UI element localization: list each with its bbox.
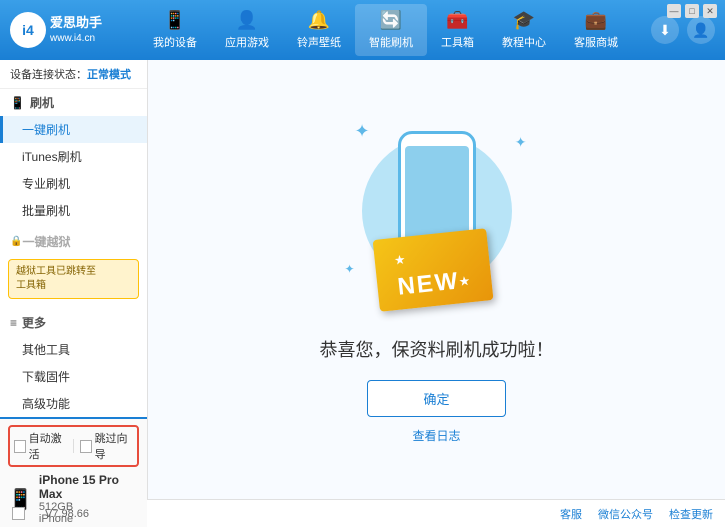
logo-icon: i4 bbox=[10, 12, 46, 48]
sparkle-left: ✦ bbox=[355, 121, 370, 142]
footer-feedback-link[interactable]: 客服 bbox=[560, 506, 582, 522]
sidebar-item-download-firmware[interactable]: 下载固件 bbox=[0, 363, 147, 390]
footer-links: 客服 微信公众号 检查更新 bbox=[560, 506, 713, 522]
header: i4 爱思助手 www.i4.cn 📱 我的设备 👤 应用游戏 🔔 铃声壁纸 🔄 bbox=[0, 0, 725, 60]
user-button[interactable]: 👤 bbox=[687, 16, 715, 44]
apps-icon: 👤 bbox=[236, 10, 258, 31]
nav-apps-games[interactable]: 👤 应用游戏 bbox=[211, 4, 283, 56]
main-layout: 设备连接状态：正常模式 📱 刷机 一键刷机 iTunes刷机 专业刷机 批量刷机… bbox=[0, 60, 725, 499]
nav-smart-flash[interactable]: 🔄 智能刷机 bbox=[355, 4, 427, 56]
footer-update-link[interactable]: 检查更新 bbox=[669, 506, 713, 522]
service-icon: 💼 bbox=[585, 10, 607, 31]
sidebar-item-itunes-flash[interactable]: iTunes刷机 bbox=[0, 143, 147, 170]
minimize-button[interactable]: — bbox=[667, 4, 681, 18]
more-section-icon: ≡ bbox=[10, 316, 17, 330]
flash-icon: 🔄 bbox=[380, 10, 402, 31]
sidebar-item-advanced[interactable]: 高级功能 bbox=[0, 390, 147, 417]
view-log-link[interactable]: 查看日志 bbox=[412, 427, 460, 444]
close-button[interactable]: ✕ bbox=[703, 4, 717, 18]
sidebar-item-batch-flash[interactable]: 批量刷机 bbox=[0, 197, 147, 224]
version-label: V7.98.66 bbox=[45, 508, 89, 520]
nav-service[interactable]: 💼 客服商城 bbox=[560, 4, 632, 56]
sparkle-right: ✦ bbox=[515, 134, 527, 151]
nav-bar: 📱 我的设备 👤 应用游戏 🔔 铃声壁纸 🔄 智能刷机 🧰 工具箱 🎓 bbox=[120, 4, 651, 56]
confirm-button[interactable]: 确定 bbox=[367, 380, 505, 417]
window-controls: — □ ✕ bbox=[667, 4, 717, 18]
nav-my-device[interactable]: 📱 我的设备 bbox=[139, 4, 211, 56]
download-button[interactable]: ⬇ bbox=[651, 16, 679, 44]
phone-screen bbox=[405, 146, 469, 243]
footer-checkbox[interactable] bbox=[12, 507, 25, 520]
success-illustration: ✦ ✦ ✦ ★ NEW★ bbox=[337, 116, 537, 326]
activate-options-row: 自动激活 跳过向导 bbox=[8, 425, 139, 467]
sidebar-jailbreak-header: 🔒 一键越狱 bbox=[0, 228, 147, 255]
guide-check[interactable] bbox=[80, 440, 92, 453]
nav-toolbox[interactable]: 🧰 工具箱 bbox=[427, 4, 488, 56]
jailbreak-warning-box: 越狱工具已跳转至工具箱 bbox=[8, 259, 139, 299]
my-device-icon: 📱 bbox=[164, 10, 186, 31]
maximize-button[interactable]: □ bbox=[685, 4, 699, 18]
sidebar: 设备连接状态：正常模式 📱 刷机 一键刷机 iTunes刷机 专业刷机 批量刷机… bbox=[0, 60, 148, 499]
flash-section-icon: 📱 bbox=[10, 96, 25, 110]
auto-activate-check[interactable] bbox=[14, 440, 26, 453]
sparkle-bottom: ✦ bbox=[345, 262, 355, 276]
guide-activation-checkbox[interactable]: 跳过向导 bbox=[80, 430, 133, 462]
nav-tutorial[interactable]: 🎓 教程中心 bbox=[488, 4, 560, 56]
success-message: 恭喜您，保资料刷机成功啦！ bbox=[320, 336, 554, 362]
nav-ringtones[interactable]: 🔔 铃声壁纸 bbox=[283, 4, 355, 56]
sidebar-item-one-key-flash[interactable]: 一键刷机 bbox=[0, 116, 147, 143]
divider bbox=[73, 439, 74, 453]
toolbox-icon: 🧰 bbox=[446, 10, 468, 31]
sidebar-item-other-tools[interactable]: 其他工具 bbox=[0, 336, 147, 363]
content-area: ✦ ✦ ✦ ★ NEW★ 恭喜您，保资料刷机成功啦！ 确定 查看日志 bbox=[148, 60, 725, 499]
new-badge: ★ NEW★ bbox=[372, 228, 493, 312]
sidebar-item-pro-flash[interactable]: 专业刷机 bbox=[0, 170, 147, 197]
connection-status: 设备连接状态：正常模式 bbox=[0, 60, 147, 89]
tutorial-icon: 🎓 bbox=[513, 10, 535, 31]
header-right: ⬇ 👤 bbox=[651, 16, 715, 44]
lock-icon: 🔒 bbox=[10, 236, 22, 247]
ringtone-icon: 🔔 bbox=[308, 10, 330, 31]
footer-left bbox=[12, 507, 25, 520]
auto-activate-checkbox[interactable]: 自动激活 bbox=[14, 430, 67, 462]
footer-wechat-link[interactable]: 微信公众号 bbox=[598, 506, 653, 522]
sidebar-more-header: ≡ 更多 bbox=[0, 309, 147, 336]
logo-text: 爱思助手 www.i4.cn bbox=[50, 14, 102, 46]
sidebar-flash-header: 📱 刷机 bbox=[0, 89, 147, 116]
logo-area: i4 爱思助手 www.i4.cn bbox=[10, 12, 120, 48]
